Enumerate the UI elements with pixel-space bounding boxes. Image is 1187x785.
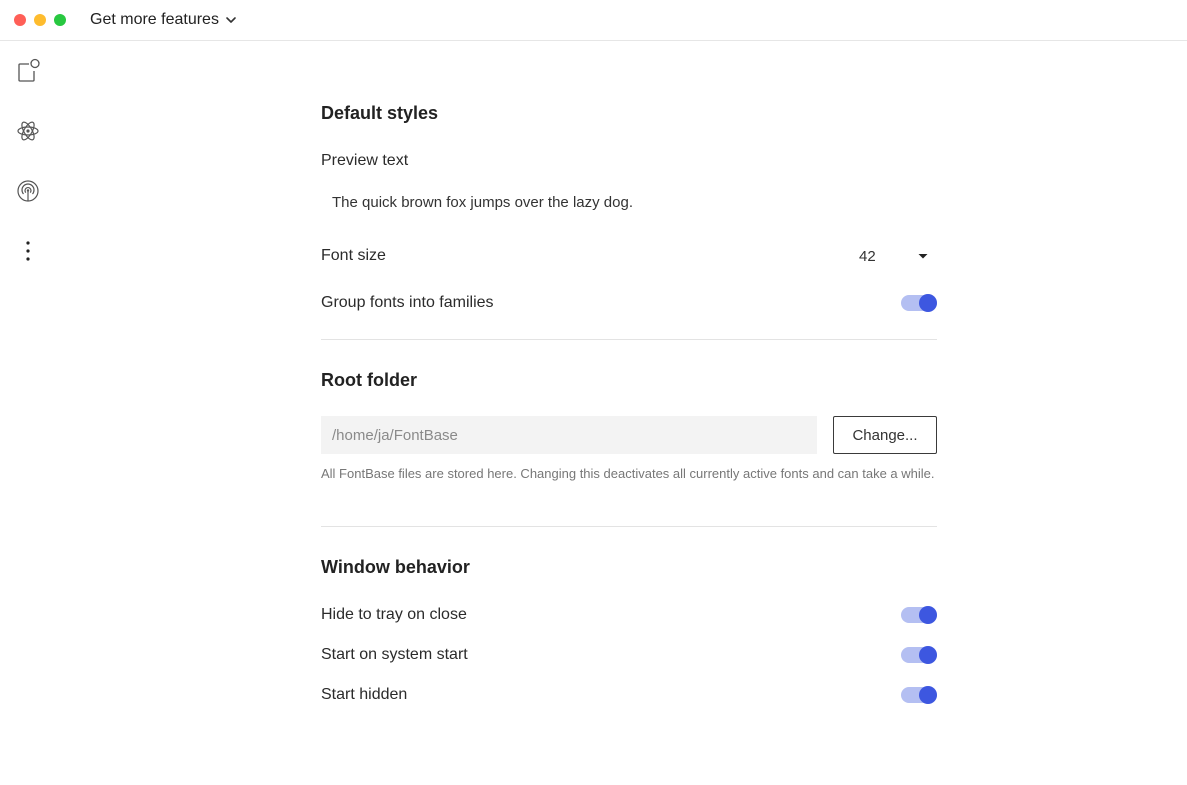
start-on-system-start-label: Start on system start [321, 646, 468, 663]
sidebar-item-atom[interactable] [14, 117, 42, 145]
section-divider [321, 526, 937, 527]
window-behavior-heading: Window behavior [321, 557, 470, 577]
more-vertical-icon [26, 241, 30, 261]
maximize-window-button[interactable] [54, 14, 66, 26]
hide-to-tray-toggle[interactable] [901, 606, 937, 624]
start-on-system-start-toggle[interactable] [901, 646, 937, 664]
sidebar-item-broadcast[interactable] [14, 177, 42, 205]
root-folder-heading: Root folder [321, 370, 417, 390]
close-window-button[interactable] [14, 14, 26, 26]
fonts-icon [18, 58, 40, 82]
default-styles-heading: Default styles [321, 103, 439, 123]
font-size-value: 42 [859, 247, 876, 265]
font-size-select[interactable]: 42 [859, 244, 929, 268]
sidebar-item-fonts[interactable] [14, 57, 42, 85]
root-folder-hint: All FontBase files are stored here. Chan… [321, 466, 935, 481]
get-more-features-label: Get more features [90, 11, 219, 28]
atom-icon [17, 121, 39, 141]
minimize-window-button[interactable] [34, 14, 46, 26]
chevron-down-icon [226, 17, 236, 23]
start-hidden-toggle[interactable] [901, 686, 937, 704]
hide-to-tray-label: Hide to tray on close [321, 606, 467, 623]
start-hidden-label: Start hidden [321, 686, 408, 703]
title-bar: Get more features [0, 0, 1187, 41]
broadcast-icon [17, 180, 39, 202]
sidebar-item-more[interactable] [14, 237, 42, 265]
change-folder-button[interactable]: Change... [833, 416, 937, 454]
root-folder-path-input[interactable] [321, 416, 817, 454]
preview-text-input[interactable] [321, 186, 937, 218]
preview-text-label: Preview text [321, 152, 409, 169]
get-more-features-menu[interactable]: Get more features [90, 10, 237, 30]
group-fonts-label: Group fonts into families [321, 294, 494, 311]
font-size-label: Font size [321, 247, 386, 264]
section-divider [321, 339, 937, 340]
caret-down-icon [918, 254, 928, 259]
group-fonts-toggle[interactable] [901, 294, 937, 312]
